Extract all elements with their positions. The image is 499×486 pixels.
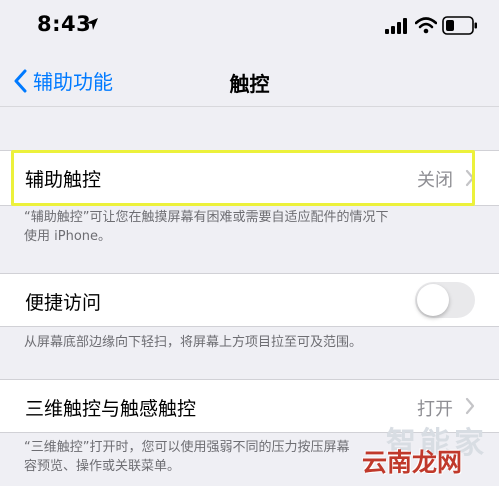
reachability-label: 便捷访问 [25, 292, 102, 314]
toggle-knob [417, 284, 449, 316]
assistive-touch-footer-line2: 使用 iPhone。 [24, 229, 112, 244]
reachability-row: 便捷访问 [0, 273, 499, 327]
wifi-icon [415, 17, 437, 34]
reachability-footer: 从屏幕底部边缘向下轻扫，将屏幕上方项目拉至可及范围。 [24, 335, 363, 350]
assistive-touch-footer: “辅助触控”可让您在触摸屏幕有困难或需要自适应配件的情况下 使用 iPhone。 [24, 208, 444, 246]
assistive-touch-footer-line1: “辅助触控”可让您在触摸屏幕有困难或需要自适应配件的情况下 [24, 210, 389, 225]
battery-icon [442, 16, 477, 35]
cellular-signal-icon [385, 18, 407, 34]
page-title: 触控 [229, 72, 270, 96]
location-arrow-icon [86, 18, 98, 30]
chevron-right-icon [465, 397, 475, 415]
watermark-bottom: 云南龙网 [362, 448, 463, 477]
reachability-toggle[interactable] [415, 282, 475, 318]
touch-3d-label: 三维触控与触感触控 [25, 398, 197, 420]
status-time: 8:43 [37, 12, 92, 36]
highlight-box [11, 150, 475, 206]
